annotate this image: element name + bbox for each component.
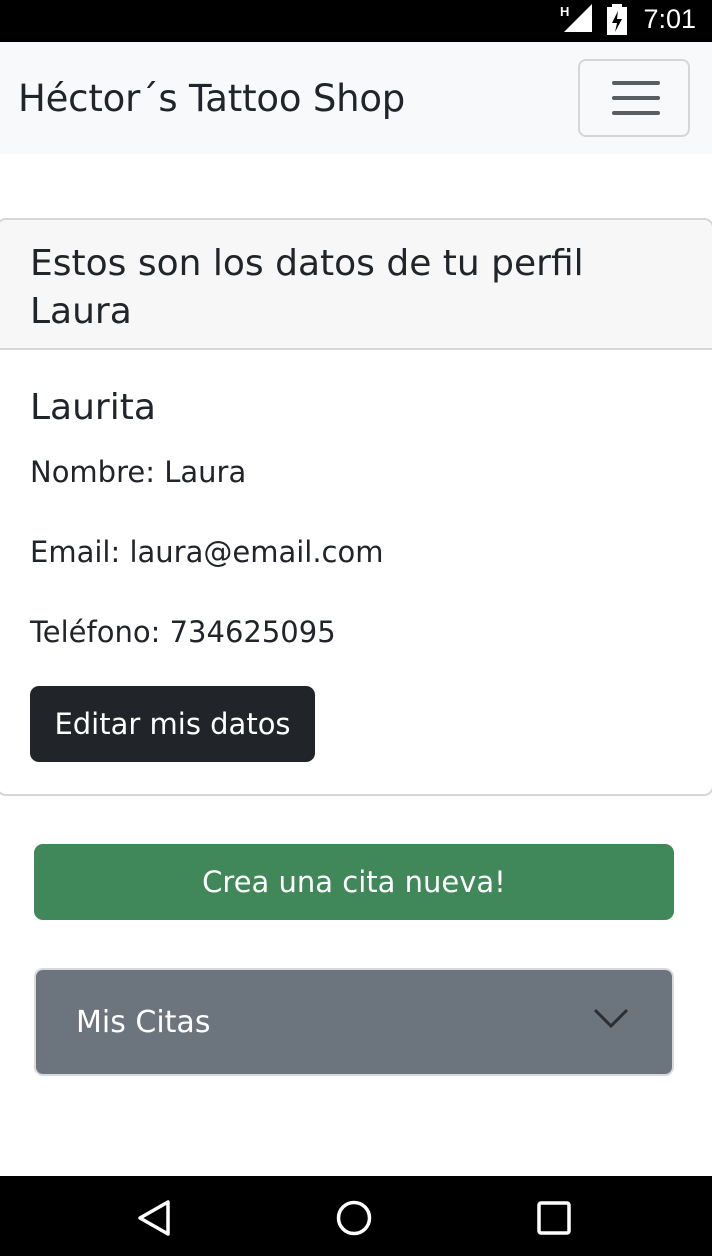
battery-charging-icon	[606, 4, 628, 40]
profile-phone-field: Teléfono: 734625095	[30, 615, 336, 649]
status-bar: H 7:01	[0, 0, 712, 42]
recents-icon[interactable]	[536, 1200, 572, 1240]
new-appointment-button[interactable]: Crea una cita nueva!	[34, 844, 674, 920]
profile-username: Laurita	[30, 387, 156, 428]
edit-profile-button[interactable]: Editar mis datos	[30, 686, 315, 762]
back-icon[interactable]	[136, 1200, 172, 1240]
profile-card: Estos son los datos de tu perfil Laura L…	[0, 218, 712, 796]
svg-text:H: H	[560, 4, 569, 19]
profile-card-title: Estos son los datos de tu perfil Laura	[30, 243, 584, 332]
chevron-down-icon	[592, 1006, 630, 1034]
appointments-accordion-label: Mis Citas	[76, 1005, 211, 1040]
signal-icon: H	[558, 4, 594, 38]
profile-email-field: Email: laura@email.com	[30, 535, 384, 569]
navbar-toggler-button[interactable]	[578, 59, 690, 137]
appointments-accordion-button[interactable]: Mis Citas	[34, 968, 674, 1076]
navbar-brand[interactable]: Héctor´s Tattoo Shop	[18, 76, 405, 122]
profile-name-field: Nombre: Laura	[30, 455, 247, 489]
clock: 7:01	[643, 4, 696, 34]
app-navbar: Héctor´s Tattoo Shop	[0, 42, 712, 154]
profile-card-header: Estos son los datos de tu perfil Laura	[0, 220, 712, 350]
home-icon[interactable]	[336, 1200, 372, 1240]
system-navigation-bar	[0, 1176, 712, 1256]
